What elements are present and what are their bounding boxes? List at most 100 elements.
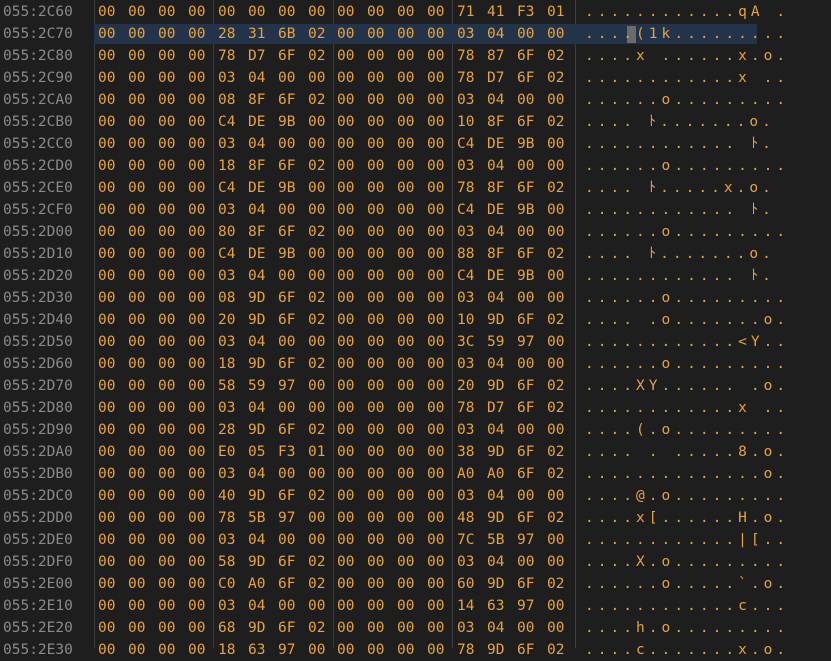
hex-byte[interactable]: 00 [98, 45, 118, 67]
hex-byte[interactable]: 00 [427, 331, 447, 353]
hex-byte[interactable]: 00 [98, 507, 118, 529]
hex-byte[interactable]: 00 [427, 353, 447, 375]
hex-byte[interactable]: 00 [308, 375, 328, 397]
hex-byte[interactable]: 38 [457, 441, 477, 463]
hex-byte[interactable]: 7C [457, 529, 477, 551]
hex-byte[interactable]: 00 [158, 67, 178, 89]
hex-byte[interactable]: 00 [397, 265, 417, 287]
hex-byte[interactable]: 00 [128, 177, 148, 199]
hex-byte[interactable]: 00 [337, 397, 357, 419]
hex-byte[interactable]: 00 [308, 507, 328, 529]
hex-byte[interactable]: 78 [457, 639, 477, 661]
hex-byte[interactable]: 00 [128, 133, 148, 155]
hex-byte[interactable]: 68 [218, 617, 238, 639]
hex-byte[interactable]: 00 [427, 23, 447, 45]
hex-byte[interactable]: 04 [248, 463, 268, 485]
hex-byte[interactable]: 00 [248, 1, 268, 23]
hex-byte[interactable]: 00 [427, 155, 447, 177]
hex-byte[interactable]: 00 [427, 133, 447, 155]
hex-byte[interactable]: 00 [397, 375, 417, 397]
hex-byte[interactable]: 60 [457, 573, 477, 595]
hex-byte[interactable]: 00 [98, 639, 118, 661]
hex-byte[interactable]: 02 [547, 309, 567, 331]
hex-byte[interactable]: 00 [517, 23, 537, 45]
hex-byte[interactable]: 00 [367, 397, 387, 419]
hex-byte[interactable]: 9B [517, 265, 537, 287]
hex-byte[interactable]: 01 [547, 1, 567, 23]
hex-byte[interactable]: 00 [547, 287, 567, 309]
hex-byte[interactable]: 00 [128, 45, 148, 67]
hex-byte[interactable]: 00 [397, 45, 417, 67]
hex-byte[interactable]: 00 [427, 397, 447, 419]
hex-byte[interactable]: 00 [98, 397, 118, 419]
hex-byte[interactable]: 00 [367, 507, 387, 529]
hex-byte[interactable]: 00 [158, 419, 178, 441]
hex-byte[interactable]: 00 [337, 551, 357, 573]
hex-byte[interactable]: 04 [487, 23, 507, 45]
hex-byte[interactable]: 00 [397, 639, 417, 661]
hex-byte[interactable]: 04 [487, 155, 507, 177]
hex-byte[interactable]: C0 [218, 573, 238, 595]
hex-row[interactable]: 055:2D40 00 00 00 00 20 9D 6F 02 00 00 00 00 10 9D 6F 02… [0, 309, 831, 331]
hex-byte[interactable]: 00 [308, 1, 328, 23]
hex-byte[interactable]: 00 [427, 177, 447, 199]
hex-byte[interactable]: 00 [367, 639, 387, 661]
hex-byte[interactable]: 00 [337, 485, 357, 507]
hex-byte[interactable]: 00 [337, 243, 357, 265]
hex-byte[interactable]: 00 [547, 353, 567, 375]
hex-byte[interactable]: 00 [337, 529, 357, 551]
hex-byte[interactable]: 00 [98, 529, 118, 551]
hex-byte[interactable]: 48 [457, 507, 477, 529]
hex-byte[interactable]: 00 [427, 89, 447, 111]
hex-byte[interactable]: 02 [547, 507, 567, 529]
hex-byte[interactable]: 00 [158, 221, 178, 243]
hex-byte[interactable]: 02 [308, 353, 328, 375]
ascii-text[interactable]: ......o......... [585, 287, 789, 309]
hex-byte[interactable]: 59 [248, 375, 268, 397]
hex-byte[interactable]: DE [248, 243, 268, 265]
hex-byte[interactable]: 03 [457, 23, 477, 45]
hex-byte[interactable]: 9D [487, 507, 507, 529]
hex-row[interactable]: 055:2DD0 00 00 00 00 78 5B 97 00 00 00 00 00 48 9D 6F 02… [0, 507, 831, 529]
hex-byte[interactable]: 02 [547, 639, 567, 661]
hex-byte[interactable]: 40 [218, 485, 238, 507]
hex-byte[interactable]: 00 [188, 441, 208, 463]
hex-byte[interactable]: 00 [397, 89, 417, 111]
hex-byte[interactable]: 00 [158, 287, 178, 309]
hex-byte[interactable]: 9D [487, 639, 507, 661]
hex-byte[interactable]: 04 [487, 485, 507, 507]
hex-byte[interactable]: 00 [98, 89, 118, 111]
hex-byte[interactable]: 00 [128, 111, 148, 133]
hex-byte[interactable]: 00 [337, 111, 357, 133]
hex-byte[interactable]: 00 [188, 177, 208, 199]
hex-byte[interactable]: 00 [367, 89, 387, 111]
hex-byte[interactable]: 00 [337, 221, 357, 243]
hex-byte[interactable]: 00 [128, 507, 148, 529]
hex-byte[interactable]: C4 [457, 199, 477, 221]
hex-byte[interactable]: 00 [128, 199, 148, 221]
hex-byte[interactable]: 00 [278, 331, 298, 353]
hex-byte[interactable]: 00 [367, 1, 387, 23]
ascii-text[interactable]: .... . .....8.o. [585, 441, 789, 463]
hex-byte[interactable]: 00 [98, 375, 118, 397]
hex-byte[interactable]: 03 [457, 89, 477, 111]
hex-byte[interactable]: 00 [128, 463, 148, 485]
ascii-text[interactable]: ......o......... [585, 155, 789, 177]
hex-byte[interactable]: 00 [337, 573, 357, 595]
hex-byte[interactable]: 00 [158, 265, 178, 287]
hex-byte[interactable]: 6F [278, 221, 298, 243]
hex-byte[interactable]: 02 [308, 89, 328, 111]
hex-byte[interactable]: 00 [337, 507, 357, 529]
hex-byte[interactable]: 00 [337, 89, 357, 111]
hex-byte[interactable]: 00 [128, 419, 148, 441]
hex-byte[interactable]: 71 [457, 1, 477, 23]
hex-byte[interactable]: 00 [367, 485, 387, 507]
hex-byte[interactable]: 00 [517, 617, 537, 639]
hex-byte[interactable]: 00 [397, 199, 417, 221]
hex-byte[interactable]: 03 [457, 551, 477, 573]
ascii-text[interactable]: ......o......... [585, 221, 789, 243]
hex-byte[interactable]: 31 [248, 23, 268, 45]
hex-row[interactable]: 055:2D60 00 00 00 00 18 9D 6F 02 00 00 00 00 03 04 00 00… [0, 353, 831, 375]
hex-byte[interactable]: 9D [248, 353, 268, 375]
hex-byte[interactable]: 00 [427, 67, 447, 89]
